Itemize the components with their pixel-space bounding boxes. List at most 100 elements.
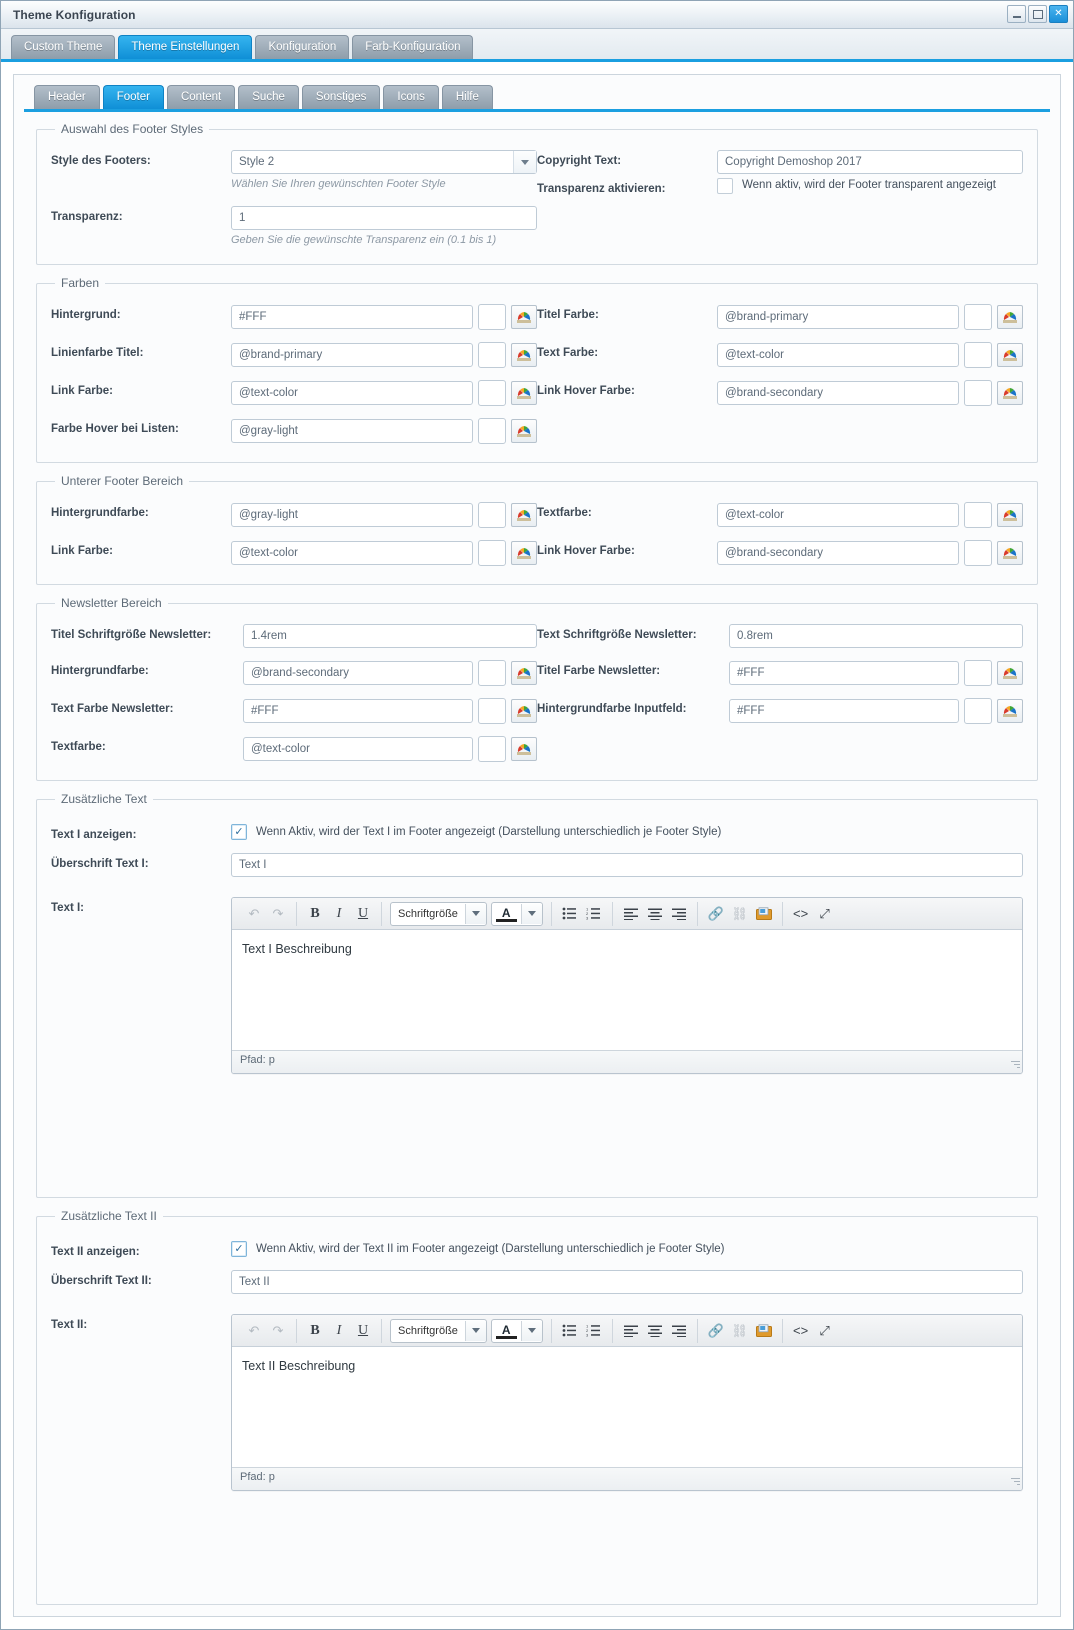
color-swatch[interactable] [478,418,506,444]
link-icon[interactable]: 🔗 [704,1320,728,1342]
forecolor-select[interactable]: A [490,901,543,926]
color-picker-icon[interactable] [997,661,1023,685]
color-picker-icon[interactable] [511,541,537,565]
input-uf-link-farbe[interactable] [231,541,473,565]
select-style-value[interactable] [231,150,537,174]
tab-content[interactable]: Content [166,85,236,109]
color-swatch[interactable] [478,304,506,330]
color-picker-icon[interactable] [997,381,1023,405]
tab-sonstiges[interactable]: Sonstiges [301,85,381,109]
input-nl-titel-farbe[interactable] [729,661,959,685]
align-right-icon[interactable] [667,903,691,925]
input-hintergrund[interactable] [231,305,473,329]
color-picker-icon[interactable] [997,343,1023,367]
color-swatch[interactable] [478,540,506,566]
forecolor-select[interactable]: A [490,1318,543,1343]
color-swatch[interactable] [478,380,506,406]
unlink-icon[interactable]: ⛓ [728,903,752,925]
input-uf-link-hover-farbe[interactable] [717,541,959,565]
input-text-schriftgroesse[interactable] [729,624,1023,648]
color-picker-icon[interactable] [511,305,537,329]
color-picker-icon[interactable] [511,343,537,367]
color-picker-icon[interactable] [997,305,1023,329]
color-swatch[interactable] [478,736,506,762]
unordered-list-icon[interactable] [558,1320,582,1342]
input-nl-hintergrundfarbe-inputfeld[interactable] [729,699,959,723]
chevron-down-icon[interactable] [520,903,542,924]
fontsize-select[interactable]: Schriftgröße [390,1318,487,1343]
resize-grip[interactable] [1008,1476,1020,1488]
italic-icon[interactable]: I [327,903,351,925]
source-code-icon[interactable]: <> [789,1320,813,1342]
link-icon[interactable]: 🔗 [704,903,728,925]
undo-icon[interactable]: ↶ [242,903,266,925]
input-ueberschrift-text1[interactable] [231,853,1023,877]
fullscreen-icon[interactable]: ⤢ [813,1320,837,1342]
tab-header[interactable]: Header [34,85,100,109]
checkbox-text2-anzeigen[interactable]: ✓ [231,1241,247,1257]
tab-suche[interactable]: Suche [238,85,299,109]
align-right-icon[interactable] [667,1320,691,1342]
fullscreen-icon[interactable]: ⤢ [813,903,837,925]
color-picker-icon[interactable] [997,699,1023,723]
color-picker-icon[interactable] [511,699,537,723]
select-style-des-footers[interactable] [231,150,537,174]
align-left-icon[interactable] [619,1320,643,1342]
bold-icon[interactable]: B [303,1320,327,1342]
input-ueberschrift-text2[interactable] [231,1270,1023,1294]
fontsize-select[interactable]: Schriftgröße [390,901,487,926]
input-transparenz[interactable] [231,206,537,230]
tab-hilfe[interactable]: Hilfe [441,85,493,109]
color-picker-icon[interactable] [511,419,537,443]
input-uf-hintergrundfarbe[interactable] [231,503,473,527]
input-link-hover-farbe[interactable] [717,381,959,405]
input-copyright-text[interactable] [717,150,1023,174]
italic-icon[interactable]: I [327,1320,351,1342]
color-picker-icon[interactable] [511,503,537,527]
underline-icon[interactable]: U [351,1320,375,1342]
redo-icon[interactable]: ↷ [266,903,290,925]
ordered-list-icon[interactable]: 123 [582,1320,606,1342]
bold-icon[interactable]: B [303,903,327,925]
color-swatch[interactable] [964,698,992,724]
undo-icon[interactable]: ↶ [242,1320,266,1342]
input-text-farbe[interactable] [717,343,959,367]
tab-farb-konfiguration[interactable]: Farb-Konfiguration [352,35,474,59]
underline-icon[interactable]: U [351,903,375,925]
color-swatch[interactable] [478,502,506,528]
editor-content-text1[interactable]: Text I Beschreibung [232,930,1022,1050]
checkbox-text1-anzeigen[interactable]: ✓ [231,824,247,840]
tab-footer[interactable]: Footer [102,85,164,109]
image-icon[interactable] [752,903,776,925]
color-swatch[interactable] [964,540,992,566]
color-swatch[interactable] [964,380,992,406]
color-picker-icon[interactable] [511,381,537,405]
ordered-list-icon[interactable]: 123 [582,903,606,925]
source-code-icon[interactable]: <> [789,903,813,925]
color-swatch[interactable] [478,698,506,724]
checkbox-transparenz-aktivieren[interactable] [717,178,733,194]
input-uf-textfarbe[interactable] [717,503,959,527]
align-center-icon[interactable] [643,1320,667,1342]
color-swatch[interactable] [964,660,992,686]
unordered-list-icon[interactable] [558,903,582,925]
color-picker-icon[interactable] [511,661,537,685]
rich-text-editor-text1[interactable]: ↶ ↷ B I U Schriftgröße A 1 2 3 🔗 ⛓ <> ⤢ … [231,897,1023,1074]
minimize-button[interactable] [1007,5,1026,23]
rich-text-editor-text2[interactable]: ↶ ↷ B I U Schriftgröße A 1 2 3 🔗 ⛓ <> ⤢ … [231,1314,1023,1491]
input-linienfarbe-titel[interactable] [231,343,473,367]
editor-content-text2[interactable]: Text II Beschreibung [232,1347,1022,1467]
color-swatch[interactable] [478,342,506,368]
input-farbe-hover-listen[interactable] [231,419,473,443]
input-titel-farbe[interactable] [717,305,959,329]
color-picker-icon[interactable] [997,503,1023,527]
input-titel-schriftgroesse[interactable] [243,624,537,648]
tab-custom-theme[interactable]: Custom Theme [11,35,116,59]
tab-icons[interactable]: Icons [383,85,439,109]
unlink-icon[interactable]: ⛓ [728,1320,752,1342]
input-nl-hintergrundfarbe[interactable] [243,661,473,685]
color-picker-icon[interactable] [511,737,537,761]
align-center-icon[interactable] [643,903,667,925]
input-link-farbe[interactable] [231,381,473,405]
chevron-down-icon[interactable] [464,903,486,924]
